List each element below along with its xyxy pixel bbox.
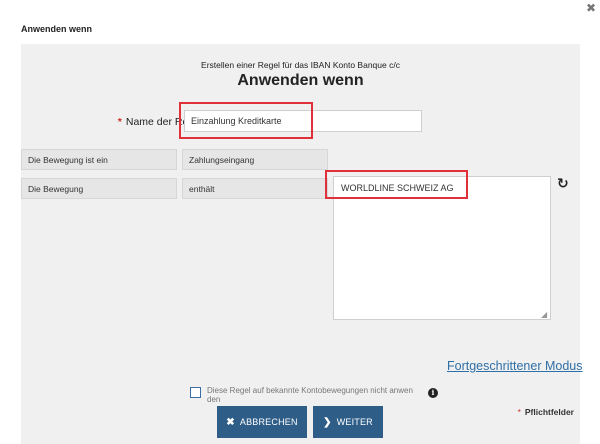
required-note-mark: * bbox=[517, 407, 521, 417]
info-icon[interactable]: i bbox=[428, 388, 438, 398]
movement-condition-operator[interactable]: enthält bbox=[182, 178, 328, 199]
skip-known-label: Diese Regel auf bekannte Kontobewegungen… bbox=[207, 386, 413, 404]
resize-grip-icon[interactable]: ◢ bbox=[541, 310, 547, 319]
panel-heading: Anwenden wenn bbox=[237, 72, 364, 89]
x-icon: ✖ bbox=[226, 416, 235, 428]
rule-name-input[interactable] bbox=[184, 110, 422, 132]
chevron-right-icon: ❯ bbox=[323, 416, 332, 428]
panel-subtitle: Erstellen einer Regel für das IBAN Konto… bbox=[201, 60, 400, 70]
cancel-button-label: ABBRECHEN bbox=[239, 417, 298, 427]
movement-condition-label: Die Bewegung bbox=[21, 178, 177, 199]
dialog-title: Anwenden wenn bbox=[21, 24, 93, 34]
undo-icon[interactable]: ↻ bbox=[557, 175, 569, 192]
required-mark: * bbox=[117, 116, 122, 128]
skip-known-checkbox[interactable] bbox=[190, 387, 201, 398]
next-button-label: WEITER bbox=[336, 417, 373, 427]
movement-type-value[interactable]: Zahlungseingang bbox=[182, 149, 328, 170]
match-text-area[interactable]: WORLDLINE SCHWEIZ AG bbox=[333, 176, 551, 320]
required-note-text: Pflichtfelder bbox=[524, 407, 574, 417]
next-button[interactable]: ❯ WEITER bbox=[313, 406, 383, 438]
required-note: * Pflichtfelder bbox=[518, 407, 574, 417]
cancel-button[interactable]: ✖ ABBRECHEN bbox=[217, 406, 307, 438]
rule-panel: Erstellen einer Regel für das IBAN Konto… bbox=[21, 44, 582, 444]
close-icon[interactable]: ✖ bbox=[586, 1, 596, 15]
advanced-mode-link[interactable]: Fortgeschrittener Modus bbox=[447, 359, 582, 373]
movement-type-label: Die Bewegung ist ein bbox=[21, 149, 177, 170]
